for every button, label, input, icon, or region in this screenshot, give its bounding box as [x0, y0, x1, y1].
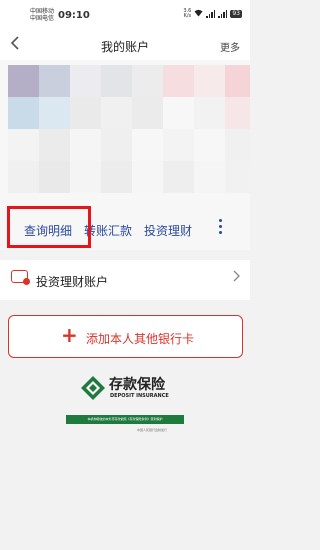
- signal-icon-1: [206, 10, 216, 18]
- status-bar: 中国移动 中国电信 09:10 3.6 K/s 93: [0, 0, 250, 30]
- add-bank-card-label: 添加本人其他银行卡: [86, 332, 195, 346]
- add-bank-card-button[interactable]: + 添加本人其他银行卡: [8, 315, 243, 358]
- network-speed-unit: K/s: [183, 13, 192, 19]
- wallet-icon: [11, 270, 30, 285]
- status-time: 09:10: [58, 10, 90, 21]
- deposit-insurance-band: 本机构吸收的本外币存款依照《存款保险条例》受到保护: [66, 415, 184, 424]
- chevron-right-icon: [233, 270, 240, 286]
- network-speed: 3.6 K/s: [183, 9, 191, 19]
- deposit-insurance-logo: 存款保险 DEPOSIT INSURANCE 本机构吸收的本外币存款依照《存款保…: [0, 370, 250, 450]
- signal-icon-2: [218, 10, 228, 18]
- nav-bar: 我的账户 更多: [0, 30, 250, 60]
- investment-account-row[interactable]: 投资理财账户: [0, 260, 250, 300]
- investment-button[interactable]: 投资理财: [144, 222, 192, 239]
- highlight-box: [7, 206, 91, 248]
- wifi-icon: [194, 9, 203, 19]
- deposit-insurance-footnote: 中国人民银行监制发行: [137, 428, 168, 432]
- more-button[interactable]: 更多: [220, 39, 240, 54]
- plus-icon: +: [61, 323, 78, 347]
- carrier-2: 中国电信: [30, 15, 55, 22]
- deposit-insurance-english: DEPOSIT INSURANCE: [110, 393, 169, 399]
- page-title: 我的账户: [100, 40, 149, 54]
- more-options-icon[interactable]: [219, 219, 222, 234]
- deposit-insurance-title: 存款保险: [109, 377, 165, 393]
- battery-icon: 93: [230, 10, 242, 18]
- carrier-info: 中国移动 中国电信: [30, 8, 54, 22]
- carrier-1: 中国移动: [30, 8, 55, 15]
- status-icons: 3.6 K/s 93: [183, 9, 242, 19]
- account-card: 查询明细 转账汇款 投资理财: [0, 60, 250, 250]
- transfer-button[interactable]: 转账汇款: [84, 222, 132, 239]
- investment-account-label: 投资理财账户: [36, 275, 109, 289]
- deposit-insurance-mark-icon: [81, 376, 105, 400]
